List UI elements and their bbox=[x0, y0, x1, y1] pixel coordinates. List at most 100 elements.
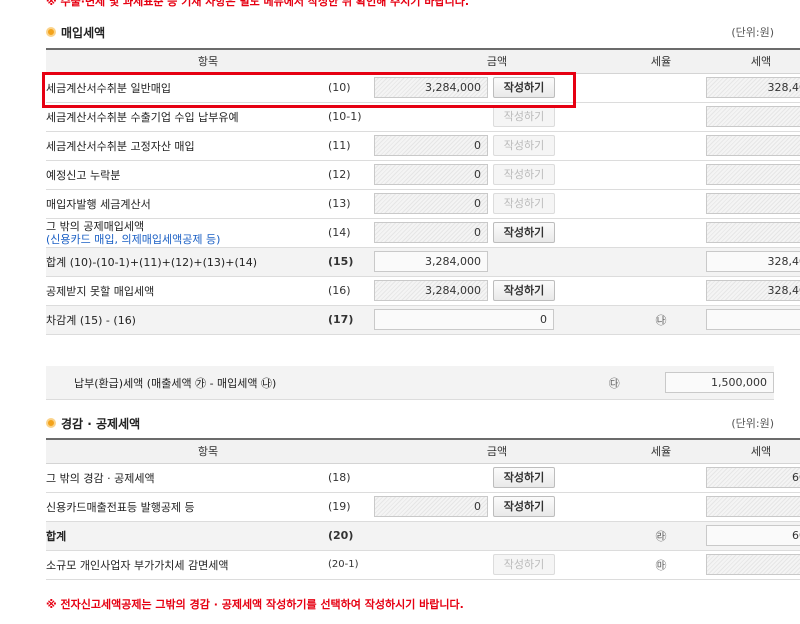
write-button-disabled: 작성하기 bbox=[493, 106, 555, 127]
purchase-section-title: 매입세액 bbox=[61, 25, 106, 40]
write-button-disabled: 작성하기 bbox=[493, 554, 555, 575]
tax-field[interactable]: 0 bbox=[706, 554, 800, 575]
row-code: (16) bbox=[328, 276, 370, 306]
row-code: (11) bbox=[328, 131, 370, 161]
orange-bullet-icon bbox=[46, 27, 56, 37]
write-button[interactable]: 작성하기 bbox=[493, 496, 555, 517]
empty-amount bbox=[374, 554, 488, 575]
col-header-item: 항목 bbox=[46, 48, 370, 74]
row-label: 그 밖의 공제매입세액 bbox=[46, 219, 145, 233]
rate-cell bbox=[624, 247, 698, 277]
row-label: 차감계 (15) - (16) bbox=[46, 305, 328, 335]
rate-cell bbox=[624, 131, 698, 161]
amount-field[interactable]: 0 bbox=[374, 222, 488, 243]
top-warning-note: ※ 수출·면세 및 과세표준 등 기재 사항은 별도 메뉴에서 작성한 뒤 확인… bbox=[46, 0, 470, 8]
row-label: 세금계산서수취분 수출기업 수입 납부유예 bbox=[46, 102, 328, 132]
amount-field[interactable]: 0 bbox=[374, 164, 488, 185]
rate-cell bbox=[624, 492, 698, 522]
col-header-rate: 세율 bbox=[624, 48, 698, 74]
rate-symbol: ㉯ bbox=[624, 305, 698, 335]
row-code: (10) bbox=[328, 73, 370, 103]
tax-field[interactable]: 0 bbox=[706, 164, 800, 185]
orange-bullet-icon bbox=[46, 418, 56, 428]
tax-field[interactable]: 328,400 bbox=[706, 77, 800, 98]
rate-symbol: ㉲ bbox=[624, 550, 698, 580]
purchase-section-header: 매입세액 (단위:원) bbox=[46, 24, 774, 40]
rate-cell bbox=[624, 102, 698, 132]
amount-field[interactable]: 3,284,000 bbox=[374, 280, 488, 301]
col-header-amount: 금액 bbox=[370, 48, 624, 74]
tax-field: 328,400 bbox=[706, 251, 800, 272]
write-button[interactable]: 작성하기 bbox=[493, 467, 555, 488]
write-button-disabled: 작성하기 bbox=[493, 193, 555, 214]
amount-field[interactable]: 0 bbox=[374, 193, 488, 214]
write-button[interactable]: 작성하기 bbox=[493, 77, 555, 98]
amount-field[interactable]: 0 bbox=[374, 496, 488, 517]
row-code: (15) bbox=[328, 247, 370, 277]
amount-field: 0 bbox=[374, 309, 554, 330]
deduction-section-header: 경감 · 공제세액 (단위:원) bbox=[46, 415, 774, 431]
table-row-total: 합계 (20) ㉱ 600 bbox=[46, 521, 800, 551]
table-row: 신용카드매출전표등 발행공제 등 (19) 0 작성하기 0 bbox=[46, 492, 800, 522]
table-row: 소규모 개인사업자 부가가치세 감면세액 (20-1) 작성하기 ㉲ 0 bbox=[46, 550, 800, 580]
write-button[interactable]: 작성하기 bbox=[493, 280, 555, 301]
write-button[interactable]: 작성하기 bbox=[493, 222, 555, 243]
rate-cell bbox=[624, 189, 698, 219]
deduction-section-title: 경감 · 공제세액 bbox=[61, 416, 141, 431]
tax-field[interactable]: 0 bbox=[706, 496, 800, 517]
table-row: 세금계산서수취분 수출기업 수입 납부유예 (10-1) 작성하기 0 bbox=[46, 102, 800, 132]
tax-field[interactable]: 328,400 bbox=[706, 280, 800, 301]
row-code: (17) bbox=[328, 305, 370, 335]
table-row: 매입자발행 세금계산서 (13) 0 작성하기 0 bbox=[46, 189, 800, 219]
row-label: 합계 bbox=[46, 521, 328, 551]
purchase-tax-table: 항목 금액 세율 세액 세금계산서수취분 일반매입 (10) 3,284,000… bbox=[46, 48, 800, 335]
col-header-amount: 금액 bbox=[370, 438, 624, 464]
col-header-item: 항목 bbox=[46, 438, 370, 464]
table-row: 세금계산서수취분 고정자산 매입 (11) 0 작성하기 0 bbox=[46, 131, 800, 161]
empty-amount bbox=[374, 467, 488, 488]
row-label: 그 밖의 경감 · 공제세액 bbox=[46, 463, 328, 493]
amount-field[interactable]: 3,284,000 bbox=[374, 77, 488, 98]
tax-field[interactable]: 0 bbox=[706, 193, 800, 214]
col-header-rate: 세율 bbox=[624, 438, 698, 464]
amount-field: 3,284,000 bbox=[374, 251, 488, 272]
row-code: (19) bbox=[328, 492, 370, 522]
table-row: 공제받지 못할 매입세액 (16) 3,284,000 작성하기 328,400 bbox=[46, 276, 800, 306]
table-row: 그 밖의 경감 · 공제세액 (18) 작성하기 600 bbox=[46, 463, 800, 493]
col-header-tax: 세액 bbox=[698, 438, 800, 464]
empty-amount bbox=[374, 106, 488, 127]
deduction-tax-table: 항목 금액 세율 세액 그 밖의 경감 · 공제세액 (18) 작성하기 600… bbox=[46, 438, 800, 580]
table-row: 그 밖의 공제매입세액 (신용카드 매입, 의제매입세액공제 등) (14) 0… bbox=[46, 218, 800, 248]
rate-cell bbox=[624, 160, 698, 190]
table-row-subtotal: 차감계 (15) - (16) (17) 0 ㉯ 0 bbox=[46, 305, 800, 335]
row-code: (14) bbox=[328, 218, 370, 248]
row-label: 세금계산서수취분 일반매입 bbox=[46, 73, 328, 103]
row-label-multiline: 그 밖의 공제매입세액 (신용카드 매입, 의제매입세액공제 등) bbox=[46, 218, 328, 248]
tax-field[interactable]: 0 bbox=[706, 106, 800, 127]
rate-cell bbox=[624, 463, 698, 493]
net-rate-symbol: ㉰ bbox=[608, 376, 620, 390]
row-sublabel: (신용카드 매입, 의제매입세액공제 등) bbox=[46, 232, 221, 246]
rate-cell bbox=[624, 73, 698, 103]
tax-field[interactable]: 600 bbox=[706, 467, 800, 488]
purchase-unit-label: (단위:원) bbox=[731, 26, 774, 39]
row-label: 소규모 개인사업자 부가가치세 감면세액 bbox=[46, 550, 328, 580]
tax-field[interactable]: 0 bbox=[706, 135, 800, 156]
net-payable-value: 1,500,000 bbox=[665, 372, 774, 393]
rate-cell bbox=[624, 276, 698, 306]
rate-symbol: ㉱ bbox=[624, 521, 698, 551]
col-header-tax: 세액 bbox=[698, 48, 800, 74]
tax-field: 0 bbox=[706, 309, 800, 330]
row-label: 합계 (10)-(10-1)+(11)+(12)+(13)+(14) bbox=[46, 247, 328, 277]
tax-field: 600 bbox=[706, 525, 800, 546]
row-code: (13) bbox=[328, 189, 370, 219]
row-code: (10-1) bbox=[328, 102, 370, 132]
row-code: (20-1) bbox=[328, 550, 370, 580]
amount-field[interactable]: 0 bbox=[374, 135, 488, 156]
row-code: (20) bbox=[328, 521, 370, 551]
tax-field[interactable]: 0 bbox=[706, 222, 800, 243]
net-payable-row: 납부(환급)세액 (매출세액 ㉮ - 매입세액 ㉯) ㉰ 1,500,000 bbox=[46, 366, 774, 400]
table-row: 예정신고 누락분 (12) 0 작성하기 0 bbox=[46, 160, 800, 190]
write-button-disabled: 작성하기 bbox=[493, 164, 555, 185]
row-label: 예정신고 누락분 bbox=[46, 160, 328, 190]
